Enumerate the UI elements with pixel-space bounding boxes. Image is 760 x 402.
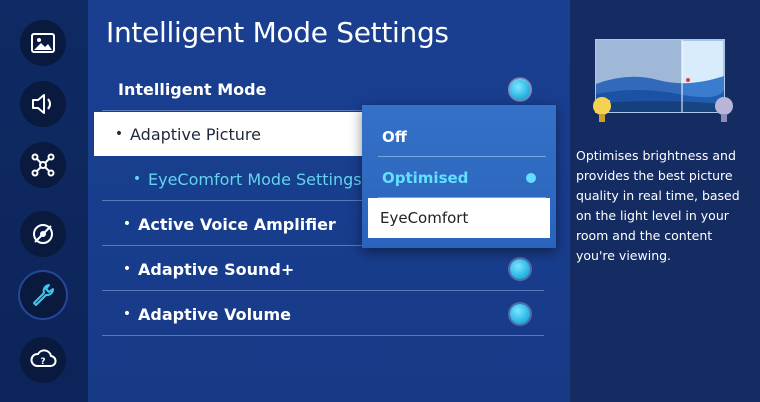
network-category-button[interactable] bbox=[20, 142, 66, 188]
toggle-adaptive-sound[interactable] bbox=[510, 259, 530, 279]
menu-item-adaptive-volume[interactable]: • Adaptive Volume bbox=[96, 292, 544, 336]
sound-category-button[interactable] bbox=[20, 81, 66, 127]
support-icon: ? bbox=[30, 349, 57, 367]
bullet: • bbox=[132, 171, 142, 187]
menu-item-adaptive-sound[interactable]: • Adaptive Sound+ bbox=[96, 247, 544, 291]
selected-check-icon bbox=[526, 173, 536, 183]
broadcast-category-button[interactable] bbox=[20, 211, 66, 257]
general-category-button[interactable] bbox=[20, 272, 66, 318]
picture-icon bbox=[31, 33, 55, 53]
dropdown-option-eyecomfort[interactable]: EyeComfort bbox=[368, 198, 550, 238]
bullet: • bbox=[122, 216, 132, 232]
menu-item-label: Adaptive Volume bbox=[138, 304, 291, 324]
menu-item-label: Adaptive Picture bbox=[130, 124, 261, 144]
menu-item-label: EyeComfort Mode Settings bbox=[148, 169, 362, 189]
info-panel: Optimises brightness and provides the be… bbox=[570, 0, 760, 402]
option-label: Optimised bbox=[382, 169, 469, 187]
broadcast-icon bbox=[33, 224, 53, 244]
adaptive-picture-dropdown: Off Optimised EyeComfort bbox=[362, 105, 556, 248]
sound-icon bbox=[32, 94, 51, 114]
picture-category-button[interactable] bbox=[20, 20, 66, 66]
page-title: Intelligent Mode Settings bbox=[106, 16, 449, 49]
option-label: Off bbox=[382, 128, 407, 146]
dropdown-option-off[interactable]: Off bbox=[372, 117, 546, 157]
network-icon bbox=[31, 153, 55, 177]
menu-item-label: Active Voice Amplifier bbox=[138, 214, 336, 234]
bullet: • bbox=[122, 306, 132, 322]
menu-item-label: Adaptive Sound+ bbox=[138, 259, 295, 279]
wrench-icon bbox=[33, 284, 55, 306]
bullet: • bbox=[114, 126, 124, 142]
bullet: • bbox=[122, 261, 132, 277]
tv-illustration-icon bbox=[593, 39, 733, 122]
support-category-button[interactable]: ? bbox=[20, 337, 66, 383]
toggle-intelligent-mode-indicator bbox=[510, 80, 530, 100]
info-description: Optimises brightness and provides the be… bbox=[576, 148, 740, 263]
menu-item-label: Intelligent Mode bbox=[118, 79, 267, 99]
menu-item-adaptive-picture[interactable]: • Adaptive Picture bbox=[94, 112, 366, 156]
svg-text:?: ? bbox=[40, 357, 45, 367]
option-label: EyeComfort bbox=[380, 209, 469, 227]
toggle-adaptive-volume[interactable] bbox=[510, 304, 530, 324]
dropdown-option-optimised[interactable]: Optimised bbox=[372, 158, 546, 198]
settings-category-rail: ? bbox=[0, 0, 88, 402]
